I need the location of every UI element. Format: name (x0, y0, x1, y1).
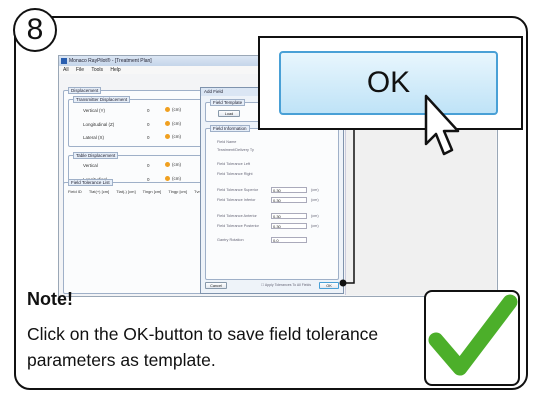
zoom-callout: OK (258, 36, 523, 130)
mouse-cursor-icon (424, 94, 460, 156)
step-number-badge: 8 (13, 8, 57, 52)
zoomed-ok-button[interactable]: OK (279, 51, 498, 115)
